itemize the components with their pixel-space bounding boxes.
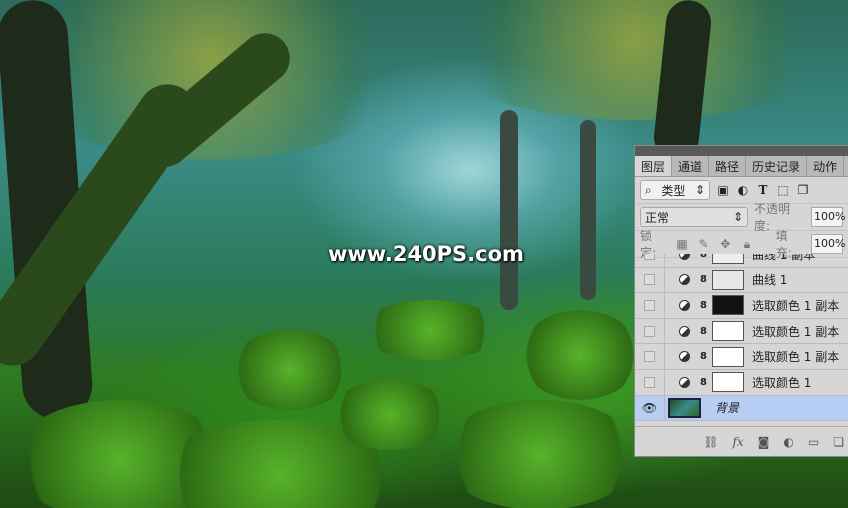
layer-mask-thumbnail: [711, 321, 744, 342]
fx-icon[interactable]: fx: [733, 435, 744, 449]
layer-mask-thumbnail: [711, 295, 744, 316]
layers-list: 8 曲线 1 副本 8 曲线 1 8 选取颜色 1 副本 8 选取颜色 1 副本 8 选取…: [635, 254, 848, 428]
layer-row[interactable]: 8 选取颜色 1: [635, 370, 848, 396]
lock-all-icon[interactable]: 🔒︎: [740, 237, 754, 252]
blend-mode-select[interactable]: 正常 ⇕: [640, 207, 748, 227]
filter-type-select[interactable]: ⌕ 类型 ⇕: [640, 180, 710, 200]
visibility-toggle[interactable]: [644, 351, 655, 363]
add-mask-icon[interactable]: ◙: [758, 435, 770, 449]
lock-brush-icon[interactable]: ✎: [697, 237, 711, 251]
link-icon: 8: [700, 299, 707, 311]
link-layers-icon[interactable]: ⛓︎: [703, 435, 718, 449]
selective-color-icon: [679, 299, 690, 311]
type-filter-icon[interactable]: T: [756, 183, 770, 197]
tab-layers[interactable]: 图层: [635, 156, 673, 176]
image-filter-icon[interactable]: ▣: [716, 183, 730, 197]
shape-filter-icon[interactable]: ⬚: [776, 183, 790, 197]
selective-color-icon: [679, 376, 690, 388]
visibility-toggle[interactable]: [644, 274, 655, 286]
adjustment-filter-icon[interactable]: ◐: [736, 183, 750, 197]
updown-icon: ⇕: [694, 183, 705, 197]
layer-row[interactable]: 8 选取颜色 1 副本: [635, 293, 848, 319]
curves-adjustment-icon: [679, 254, 690, 260]
search-icon: ⌕: [645, 182, 652, 197]
lock-move-icon[interactable]: ✥: [718, 237, 732, 251]
selective-color-icon: [679, 325, 690, 337]
visibility-toggle[interactable]: [644, 254, 655, 260]
layer-row[interactable]: 8 曲线 1 副本: [635, 254, 848, 268]
tab-actions[interactable]: 动作: [807, 156, 845, 176]
tab-paths[interactable]: 路径: [709, 156, 747, 176]
link-icon: 8: [700, 376, 707, 388]
updown-icon: ⇕: [732, 210, 743, 224]
watermark: www.240PS.com: [328, 242, 524, 266]
smart-object-filter-icon[interactable]: ❐: [796, 183, 810, 197]
lock-transparency-icon[interactable]: ▦: [675, 237, 689, 251]
panel-title-bar[interactable]: [635, 146, 848, 156]
layer-mask-thumbnail: [711, 372, 744, 393]
layer-thumbnail: [668, 397, 701, 418]
layer-row[interactable]: 8 选取颜色 1 副本: [635, 344, 848, 370]
new-layer-icon[interactable]: ❏: [833, 435, 844, 449]
layer-mask-thumbnail: [711, 269, 744, 290]
visibility-toggle[interactable]: [644, 325, 655, 337]
layer-row[interactable]: 8 选取颜色 1 副本: [635, 318, 848, 345]
link-icon: 8: [700, 325, 707, 337]
visibility-toggle[interactable]: [644, 299, 655, 311]
link-icon: 8: [700, 254, 707, 260]
tab-channels[interactable]: 通道: [672, 156, 710, 176]
layers-panel: 图层 通道 路径 历史记录 动作 ⌕ 类型 ⇕ ▣ ◐ T ⬚ ❐ 正常 ⇕ 不透明度…: [634, 145, 848, 457]
layer-mask-thumbnail: [711, 254, 744, 265]
link-icon: 8: [700, 274, 707, 286]
opacity-input[interactable]: 100%: [811, 207, 845, 227]
eye-icon[interactable]: 👁︎: [642, 401, 657, 415]
curves-adjustment-icon: [679, 274, 690, 286]
new-group-icon[interactable]: ▭: [808, 435, 819, 449]
link-icon: 8: [700, 351, 707, 363]
layer-row-background[interactable]: 👁︎ 背景: [635, 395, 848, 422]
new-adjustment-icon[interactable]: ◐: [783, 435, 793, 449]
fill-input[interactable]: 100%: [810, 234, 845, 254]
layer-row[interactable]: 8 曲线 1: [635, 267, 848, 294]
visibility-toggle[interactable]: [644, 376, 655, 388]
selective-color-icon: [679, 351, 690, 363]
layer-mask-thumbnail: [711, 346, 744, 367]
tab-history[interactable]: 历史记录: [746, 156, 808, 176]
